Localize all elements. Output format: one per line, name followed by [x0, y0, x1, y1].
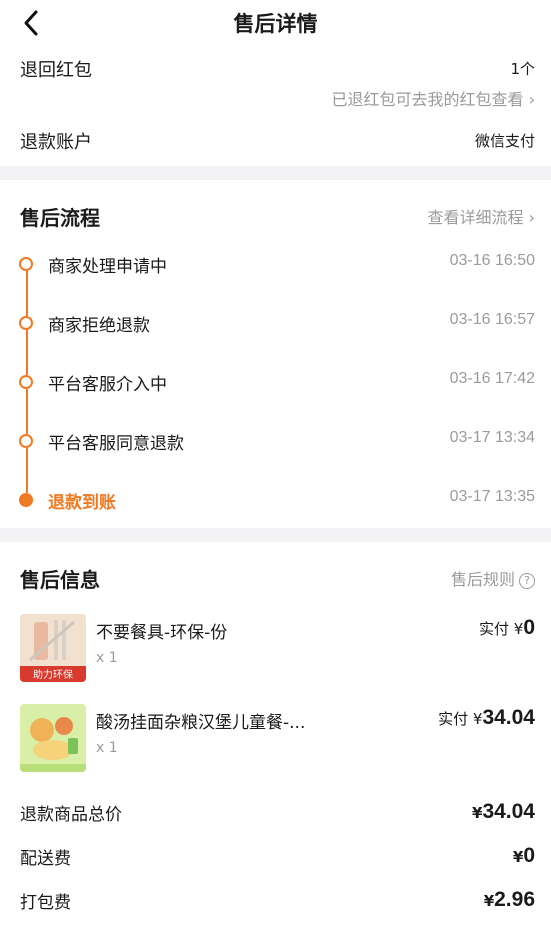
hongbao-link[interactable]: 已退红包可去我的红包查看 ›: [331, 86, 535, 110]
step-time: 03-16 16:57: [449, 311, 535, 328]
timeline-dot: [19, 375, 33, 389]
header: 售后详情: [0, 0, 551, 48]
timeline-step: 平台客服同意退款 03-17 13:34: [0, 429, 551, 457]
step-label: 商家处理申请中: [48, 257, 167, 277]
summary-row: 退款商品总价 ¥34.04: [0, 800, 551, 830]
account-value: 微信支付: [474, 132, 535, 150]
timeline-dot: [19, 434, 33, 448]
chevron-right-icon: ›: [528, 208, 535, 227]
product-name: 酸汤挂面杂粮汉堡儿童餐-...: [96, 713, 306, 733]
product-item[interactable]: 助力环保 不要餐具-环保-份 x 1 实付 ¥0: [0, 614, 551, 686]
paid-prefix: 实付: [478, 620, 509, 638]
timeline-step-current: 退款到账 03-17 13:35: [0, 488, 551, 516]
question-icon: ?: [519, 572, 535, 589]
chevron-right-icon: ›: [528, 90, 535, 109]
summary-value: ¥34.04: [472, 800, 535, 824]
step-label: 退款到账: [48, 493, 116, 513]
timeline-step: 平台客服介入中 03-16 17:42: [0, 370, 551, 398]
step-time: 03-17 13:34: [449, 429, 535, 446]
product-image: 助力环保: [20, 614, 86, 682]
step-time: 03-16 17:42: [449, 370, 535, 387]
step-time: 03-17 13:35: [449, 488, 535, 505]
summary-value: ¥2.96: [484, 888, 535, 912]
summary-label: 退款商品总价: [20, 805, 122, 825]
product-qty: x 1: [96, 650, 118, 666]
product-badge: 助力环保: [33, 668, 73, 681]
timeline-dot: [19, 316, 33, 330]
product-name: 不要餐具-环保-份: [96, 623, 228, 643]
summary-amount: 2.96: [494, 888, 535, 911]
product-qty: x 1: [96, 740, 118, 756]
refund-section: 退回红包 1个 已退红包可去我的红包查看 › 退款账户 微信支付: [0, 48, 551, 166]
section-divider: [0, 528, 551, 542]
section-divider: [0, 166, 551, 180]
process-title: 售后流程: [20, 206, 100, 230]
account-label: 退款账户: [20, 132, 92, 153]
timeline-dot-active: [19, 493, 33, 507]
summary-row: 打包费 ¥2.96: [0, 888, 551, 918]
summary-amount: 34.04: [482, 800, 535, 823]
step-label: 平台客服介入中: [48, 375, 167, 395]
rules-link[interactable]: 售后规则?: [451, 566, 535, 590]
paid-prefix: 实付: [438, 710, 469, 728]
timeline-dot: [19, 257, 33, 271]
timeline-step: 商家处理申请中 03-16 16:50: [0, 252, 551, 280]
currency: ¥: [513, 620, 524, 638]
step-label: 平台客服同意退款: [48, 434, 184, 454]
currency: ¥: [483, 892, 495, 910]
summary-label: 打包费: [20, 893, 71, 913]
currency: ¥: [512, 848, 524, 866]
price-amount: 0: [523, 616, 535, 639]
hongbao-count: 1个: [510, 60, 535, 78]
currency: ¥: [472, 710, 483, 728]
detail-process-label: 查看详细流程: [427, 208, 524, 227]
product-price: 实付 ¥0: [479, 616, 535, 640]
product-price: 实付 ¥34.04: [438, 706, 535, 730]
info-title: 售后信息: [20, 568, 100, 592]
product-image: [20, 704, 86, 772]
currency: ¥: [472, 804, 483, 822]
summary-value: ¥0: [513, 844, 535, 868]
page-title: 售后详情: [233, 12, 318, 36]
summary-label: 配送费: [20, 849, 71, 869]
hongbao-label: 退回红包: [20, 60, 92, 81]
step-time: 03-16 16:50: [449, 252, 535, 269]
summary-amount: 0: [523, 844, 535, 867]
process-section: 售后流程 查看详细流程 › 商家处理申请中 03-16 16:50 商家拒绝退款…: [0, 180, 551, 528]
price-amount: 34.04: [482, 706, 535, 729]
step-label: 商家拒绝退款: [48, 316, 150, 336]
timeline-step: 商家拒绝退款 03-16 16:57: [0, 311, 551, 339]
hongbao-note: 已退红包可去我的红包查看: [331, 90, 524, 109]
summary-row: 配送费 ¥0: [0, 844, 551, 874]
info-section: 售后信息 售后规则? 助力环保 不要餐具-环保-份 x 1 实付 ¥0 酸汤挂面…: [0, 542, 551, 930]
rules-label: 售后规则: [450, 570, 515, 589]
detail-process-link[interactable]: 查看详细流程 ›: [427, 204, 535, 228]
product-item[interactable]: 酸汤挂面杂粮汉堡儿童餐-... x 1 实付 ¥34.04: [0, 704, 551, 776]
